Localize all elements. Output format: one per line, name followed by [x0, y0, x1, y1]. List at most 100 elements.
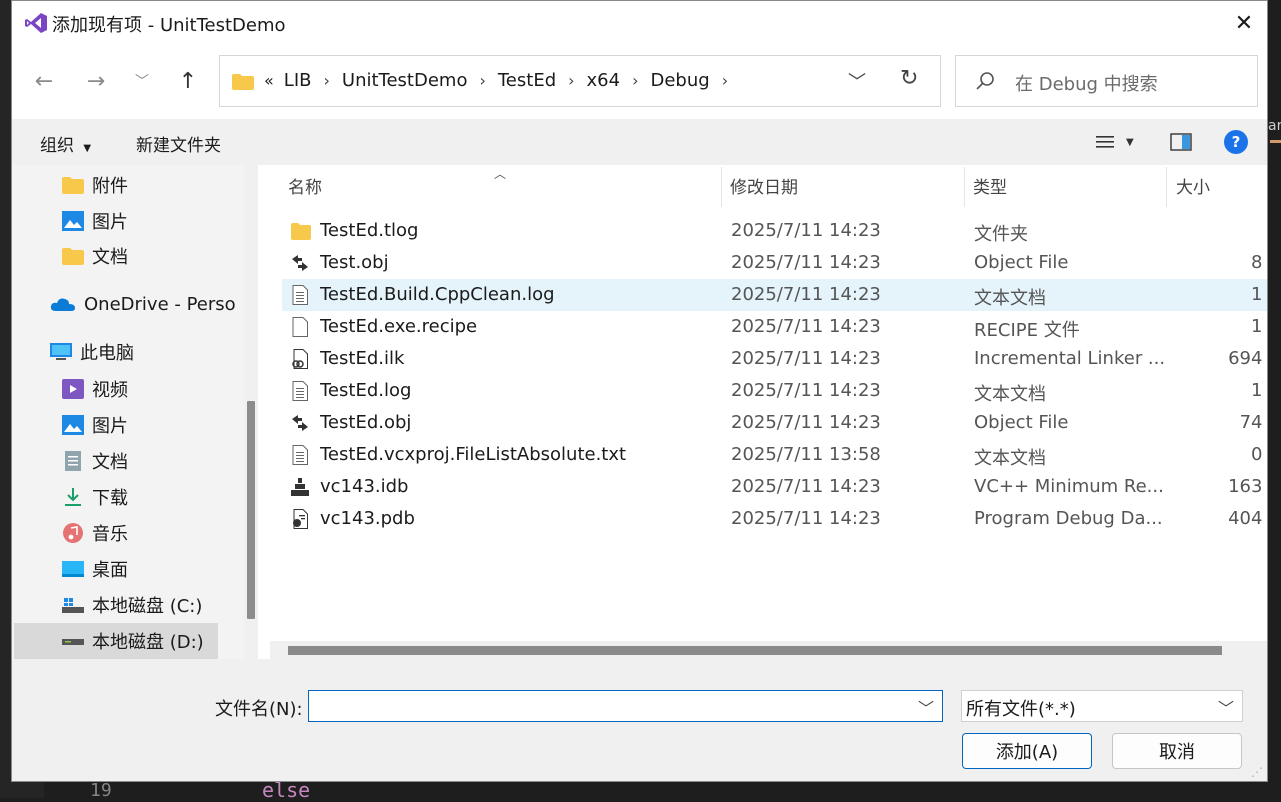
- sidebar-item-desktop[interactable]: 桌面: [62, 552, 128, 586]
- breadcrumb-item-lib[interactable]: LIB: [284, 70, 312, 91]
- sidebar-item-label: 此电脑: [80, 343, 134, 364]
- file-name: TestEd.obj: [320, 412, 412, 433]
- file-row[interactable]: TestEd.obj 2025/7/11 14:23 Object File 74 K: [282, 407, 1267, 439]
- close-button[interactable]: ✕: [1221, 1, 1267, 45]
- file-date: 2025/7/11 14:23: [731, 316, 881, 337]
- file-type: 文本文档: [974, 448, 1046, 469]
- file-row[interactable]: TestEd.exe.recipe 2025/7/11 14:23 RECIPE 文…: [282, 311, 1267, 343]
- navigation-pane: 附件 图片 文档 OneDrive - Perso 此电脑 视频 图片 文档 下…: [12, 165, 244, 659]
- pictures-icon: [62, 415, 84, 435]
- file-name: TestEd.exe.recipe: [320, 316, 478, 337]
- file-row[interactable]: Test.obj 2025/7/11 14:23 Object File 8 K: [282, 247, 1267, 279]
- sidebar-item-pictures[interactable]: 图片: [62, 204, 128, 238]
- column-divider[interactable]: [1166, 167, 1167, 207]
- sidebar-item-drive-c[interactable]: 本地磁盘 (C:): [62, 588, 202, 622]
- chevron-right-icon[interactable]: ›: [323, 71, 329, 90]
- sidebar-item-pictures-pc[interactable]: 图片: [62, 408, 128, 442]
- recent-locations-button[interactable]: ﹀: [126, 65, 158, 97]
- filetype-select[interactable]: 所有文件(*.*) ﹀: [961, 690, 1243, 722]
- linker-file-icon: [290, 349, 310, 369]
- sidebar-item-attachments[interactable]: 附件: [62, 168, 128, 202]
- view-options-button[interactable]: ▼: [1096, 127, 1134, 157]
- sidebar-item-onedrive[interactable]: OneDrive - Perso: [50, 287, 236, 321]
- column-divider[interactable]: [721, 167, 722, 207]
- sidebar-item-documents-pc[interactable]: 文档: [62, 444, 128, 478]
- breadcrumb: « LIB › UnitTestDemo › TestEd › x64 › De…: [264, 70, 740, 91]
- file-row[interactable]: TestEd.log 2025/7/11 14:23 文本文档 1 K: [282, 375, 1267, 407]
- sidebar-item-downloads[interactable]: 下载: [62, 480, 128, 514]
- search-box[interactable]: 在 Debug 中搜索: [955, 55, 1258, 107]
- svg-text:?: ?: [1232, 133, 1241, 151]
- object-file-icon: [290, 253, 310, 273]
- sidebar-item-label: 下载: [92, 488, 128, 509]
- sidebar-item-label: 本地磁盘 (D:): [92, 632, 204, 653]
- navigation-pane-scrollbar[interactable]: [244, 165, 258, 659]
- file-size: 8 K: [1251, 252, 1267, 273]
- file-name: vc143.idb: [320, 476, 409, 497]
- caret-down-icon: ▼: [83, 143, 92, 154]
- preview-pane-button[interactable]: [1170, 127, 1192, 157]
- column-header-type[interactable]: 类型: [973, 165, 1007, 205]
- organize-button[interactable]: 组织 ▼: [40, 131, 91, 156]
- sidebar-item-drive-d[interactable]: 本地磁盘 (D:): [62, 624, 204, 658]
- address-bar[interactable]: « LIB › UnitTestDemo › TestEd › x64 › De…: [219, 55, 941, 107]
- filename-input[interactable]: ﹀: [308, 690, 943, 722]
- file-row[interactable]: TestEd.Build.CppClean.log 2025/7/11 14:23…: [282, 279, 1267, 311]
- help-icon: ?: [1224, 130, 1248, 154]
- breadcrumb-item-tested[interactable]: TestEd: [498, 70, 556, 91]
- chevron-right-icon[interactable]: ›: [479, 71, 485, 90]
- file-row[interactable]: vc143.pdb 2025/7/11 14:23 Program Debug Da…: [282, 503, 1267, 535]
- computer-icon: [50, 343, 72, 360]
- breadcrumb-item-x64[interactable]: x64: [587, 70, 621, 91]
- file-date: 2025/7/11 14:23: [731, 284, 881, 305]
- chevron-right-icon[interactable]: ›: [722, 71, 728, 90]
- address-history-chevron-down-icon[interactable]: ﹀: [848, 68, 866, 94]
- pdb-file-icon: [290, 509, 310, 529]
- column-header-date[interactable]: 修改日期: [730, 165, 798, 205]
- back-button[interactable]: ←: [28, 65, 60, 97]
- cancel-button[interactable]: 取消: [1112, 733, 1242, 769]
- sidebar-item-videos[interactable]: 视频: [62, 372, 128, 406]
- column-header-name[interactable]: 名称: [288, 165, 322, 205]
- close-icon: ✕: [1234, 10, 1254, 36]
- desktop-icon: [62, 561, 84, 577]
- breadcrumb-item-unittestdemo[interactable]: UnitTestDemo: [342, 70, 468, 91]
- file-row[interactable]: vc143.idb 2025/7/11 14:23 VC++ Minimum Re.…: [282, 471, 1267, 503]
- sidebar-item-label: OneDrive - Perso: [84, 293, 236, 315]
- file-date: 2025/7/11 14:23: [731, 252, 881, 273]
- sidebar-item-this-pc[interactable]: 此电脑: [50, 335, 134, 369]
- breadcrumb-overflow[interactable]: «: [264, 71, 274, 90]
- resize-grip-icon[interactable]: ⋰: [1251, 765, 1263, 779]
- sidebar-item-label: 图片: [92, 416, 128, 437]
- chevron-right-icon[interactable]: ›: [632, 71, 638, 90]
- folder-icon: [62, 248, 84, 265]
- file-row[interactable]: TestEd.tlog 2025/7/11 14:23 文件夹: [282, 215, 1267, 247]
- help-button[interactable]: ?: [1224, 127, 1248, 157]
- file-date: 2025/7/11 14:23: [731, 220, 881, 241]
- list-view-icon: [1096, 136, 1114, 148]
- file-name: TestEd.tlog: [320, 220, 419, 241]
- column-divider[interactable]: [964, 167, 965, 207]
- file-date: 2025/7/11 14:23: [731, 412, 881, 433]
- file-size: 1 K: [1251, 316, 1267, 337]
- scrollbar-thumb[interactable]: [288, 646, 1222, 655]
- sidebar-item-music[interactable]: 音乐: [62, 516, 128, 550]
- arrow-up-icon: ↑: [178, 68, 198, 94]
- up-button[interactable]: ↑: [172, 65, 204, 97]
- file-row[interactable]: TestEd.vcxproj.FileListAbsolute.txt 2025/…: [282, 439, 1267, 471]
- sidebar-item-documents[interactable]: 文档: [62, 239, 128, 273]
- refresh-icon[interactable]: ↻: [900, 66, 918, 91]
- navigation-bar: ← → ﹀ ↑ « LIB › UnitTestDemo › TestEd › …: [12, 45, 1267, 119]
- chevron-down-icon[interactable]: ﹀: [918, 695, 934, 719]
- new-folder-button[interactable]: 新建文件夹: [136, 131, 221, 156]
- breadcrumb-item-debug[interactable]: Debug: [651, 70, 710, 91]
- add-button[interactable]: 添加(A): [962, 733, 1092, 769]
- column-header-size[interactable]: 大小: [1176, 165, 1210, 205]
- sidebar-item-label: 音乐: [92, 524, 128, 545]
- scrollbar-thumb[interactable]: [247, 401, 255, 619]
- file-row[interactable]: TestEd.ilk 2025/7/11 14:23 Incremental Lin…: [282, 343, 1267, 375]
- horizontal-scrollbar[interactable]: [270, 641, 1267, 659]
- forward-button[interactable]: →: [80, 65, 112, 97]
- command-bar: 组织 ▼ 新建文件夹 ▼ ?: [12, 119, 1267, 165]
- chevron-right-icon[interactable]: ›: [568, 71, 574, 90]
